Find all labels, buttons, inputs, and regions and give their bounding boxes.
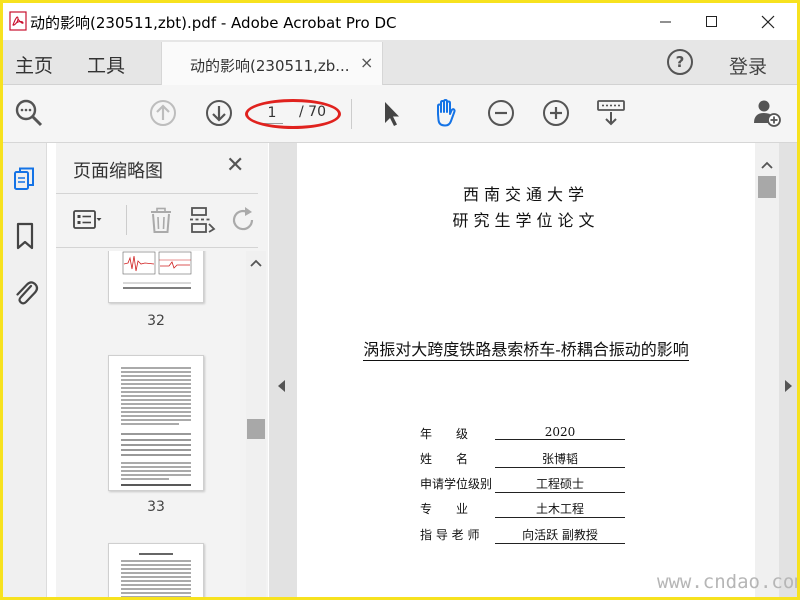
field-value-major: 土木工程: [495, 500, 625, 518]
document-scroll-thumb[interactable]: [758, 176, 776, 198]
window-title: 动的影响(230511,zbt).pdf - Adobe Acrobat Pro…: [30, 14, 397, 32]
minimize-icon: [660, 21, 671, 22]
toolbar: 1 / 70: [3, 85, 797, 143]
login-button[interactable]: 登录: [729, 52, 767, 79]
field-label-name: 姓 名: [420, 452, 469, 466]
close-icon: [761, 15, 775, 28]
scroll-up-chevron-icon[interactable]: [250, 259, 262, 267]
page-down-icon[interactable]: [203, 97, 235, 129]
select-arrow-icon[interactable]: [375, 97, 407, 129]
document-thesis-title: 涡振对大跨度铁路悬索桥车-桥耦合振动的影响: [363, 340, 689, 361]
field-label-major: 专 业: [420, 502, 469, 516]
document-view: 西南交通大学 研究生学位论文 涡振对大跨度铁路悬索桥车-桥耦合振动的影响 年 级…: [297, 143, 755, 597]
thumbnail-scroll-thumb[interactable]: [247, 419, 265, 439]
document-university: 西南交通大学: [462, 185, 589, 204]
field-value-advisor: 向活跃 副教授: [495, 526, 625, 544]
maximize-button[interactable]: [689, 3, 735, 40]
tab-bar: 主页 工具 动的影响(230511,zb... × ? 登录: [3, 40, 797, 85]
navigation-rail: [3, 143, 47, 597]
current-page-input[interactable]: 1: [261, 102, 283, 124]
page-thumbnail[interactable]: [108, 543, 204, 597]
document-tab-title: 动的影响(230511,zb...: [190, 57, 350, 75]
tab-document[interactable]: 动的影响(230511,zb... ×: [161, 42, 383, 85]
page-thumbnails-icon[interactable]: [11, 165, 39, 195]
panel-divider: [56, 193, 258, 194]
acrobat-app-icon: [9, 11, 27, 31]
thumbnail-options-icon[interactable]: [72, 205, 102, 235]
hand-tool-icon[interactable]: [429, 97, 461, 129]
thumbnail-page-number: 33: [147, 499, 165, 515]
watermark-text: www.cndao.com: [657, 571, 800, 593]
page-up-icon[interactable]: [147, 97, 179, 129]
document-scrollbar[interactable]: [755, 143, 779, 597]
panel-divider-2: [56, 247, 258, 248]
doc-scroll-up-chevron-icon[interactable]: [761, 161, 773, 169]
right-panel-splitter[interactable]: [779, 143, 797, 597]
total-pages-label: / 70: [299, 104, 326, 120]
attachment-icon[interactable]: [11, 277, 39, 307]
rotate-page-icon[interactable]: [228, 205, 258, 235]
panel-close-button[interactable]: ✕: [226, 153, 244, 178]
panel-splitter[interactable]: [269, 143, 297, 597]
field-label-degree-level: 申请学位级别: [420, 477, 493, 491]
delete-page-icon[interactable]: [146, 205, 176, 235]
thumbnail-page-33-preview: [121, 367, 191, 486]
page-thumbnail[interactable]: [108, 355, 204, 491]
thumbnail-scrollbar[interactable]: [246, 251, 266, 597]
app-window: 动的影响(230511,zbt).pdf - Adobe Acrobat Pro…: [0, 0, 800, 600]
page-number-highlight: [245, 99, 341, 129]
close-button[interactable]: [745, 3, 791, 40]
panel-toolbar-divider: [126, 205, 127, 235]
field-label-advisor: 指 导 老 师: [420, 528, 480, 542]
collapse-left-icon[interactable]: [278, 380, 285, 392]
insert-page-icon[interactable]: [187, 205, 217, 235]
zoom-search-icon[interactable]: [13, 97, 45, 129]
field-value-degree-level: 工程硕士: [495, 475, 625, 493]
expand-right-icon[interactable]: [785, 380, 792, 392]
maximize-icon: [706, 15, 717, 27]
zoom-in-icon[interactable]: [540, 97, 572, 129]
page-thumbnail[interactable]: [108, 251, 204, 303]
help-button[interactable]: ?: [667, 49, 693, 75]
tab-home[interactable]: 主页: [15, 51, 53, 78]
panel-title: 页面缩略图: [73, 161, 163, 182]
thumbnail-panel: 页面缩略图 ✕ 32 33: [56, 143, 268, 597]
field-value-grade: 2020: [495, 425, 625, 440]
thumbnail-page-32-preview: [122, 251, 192, 289]
thumbnail-page-34-preview: [121, 553, 191, 597]
toolbar-divider: [351, 99, 352, 129]
bookmark-icon[interactable]: [11, 221, 39, 251]
share-user-icon[interactable]: [751, 97, 783, 129]
document-thesis-title-wrap: 涡振对大跨度铁路悬索桥车-桥耦合振动的影响: [297, 336, 755, 361]
tab-tools[interactable]: 工具: [87, 51, 125, 78]
thumbnail-page-number: 32: [147, 313, 165, 329]
field-value-name: 张博韬: [495, 450, 625, 468]
minimize-button[interactable]: [643, 3, 689, 40]
document-degree-type: 研究生学位论文: [452, 211, 600, 230]
keyboard-scroll-icon[interactable]: [595, 97, 627, 129]
field-label-grade: 年 级: [420, 427, 469, 441]
title-bar: 动的影响(230511,zbt).pdf - Adobe Acrobat Pro…: [3, 3, 797, 40]
zoom-out-icon[interactable]: [485, 97, 517, 129]
thumbnail-list: 32 33: [56, 251, 246, 597]
document-tab-close-button[interactable]: ×: [360, 53, 373, 72]
